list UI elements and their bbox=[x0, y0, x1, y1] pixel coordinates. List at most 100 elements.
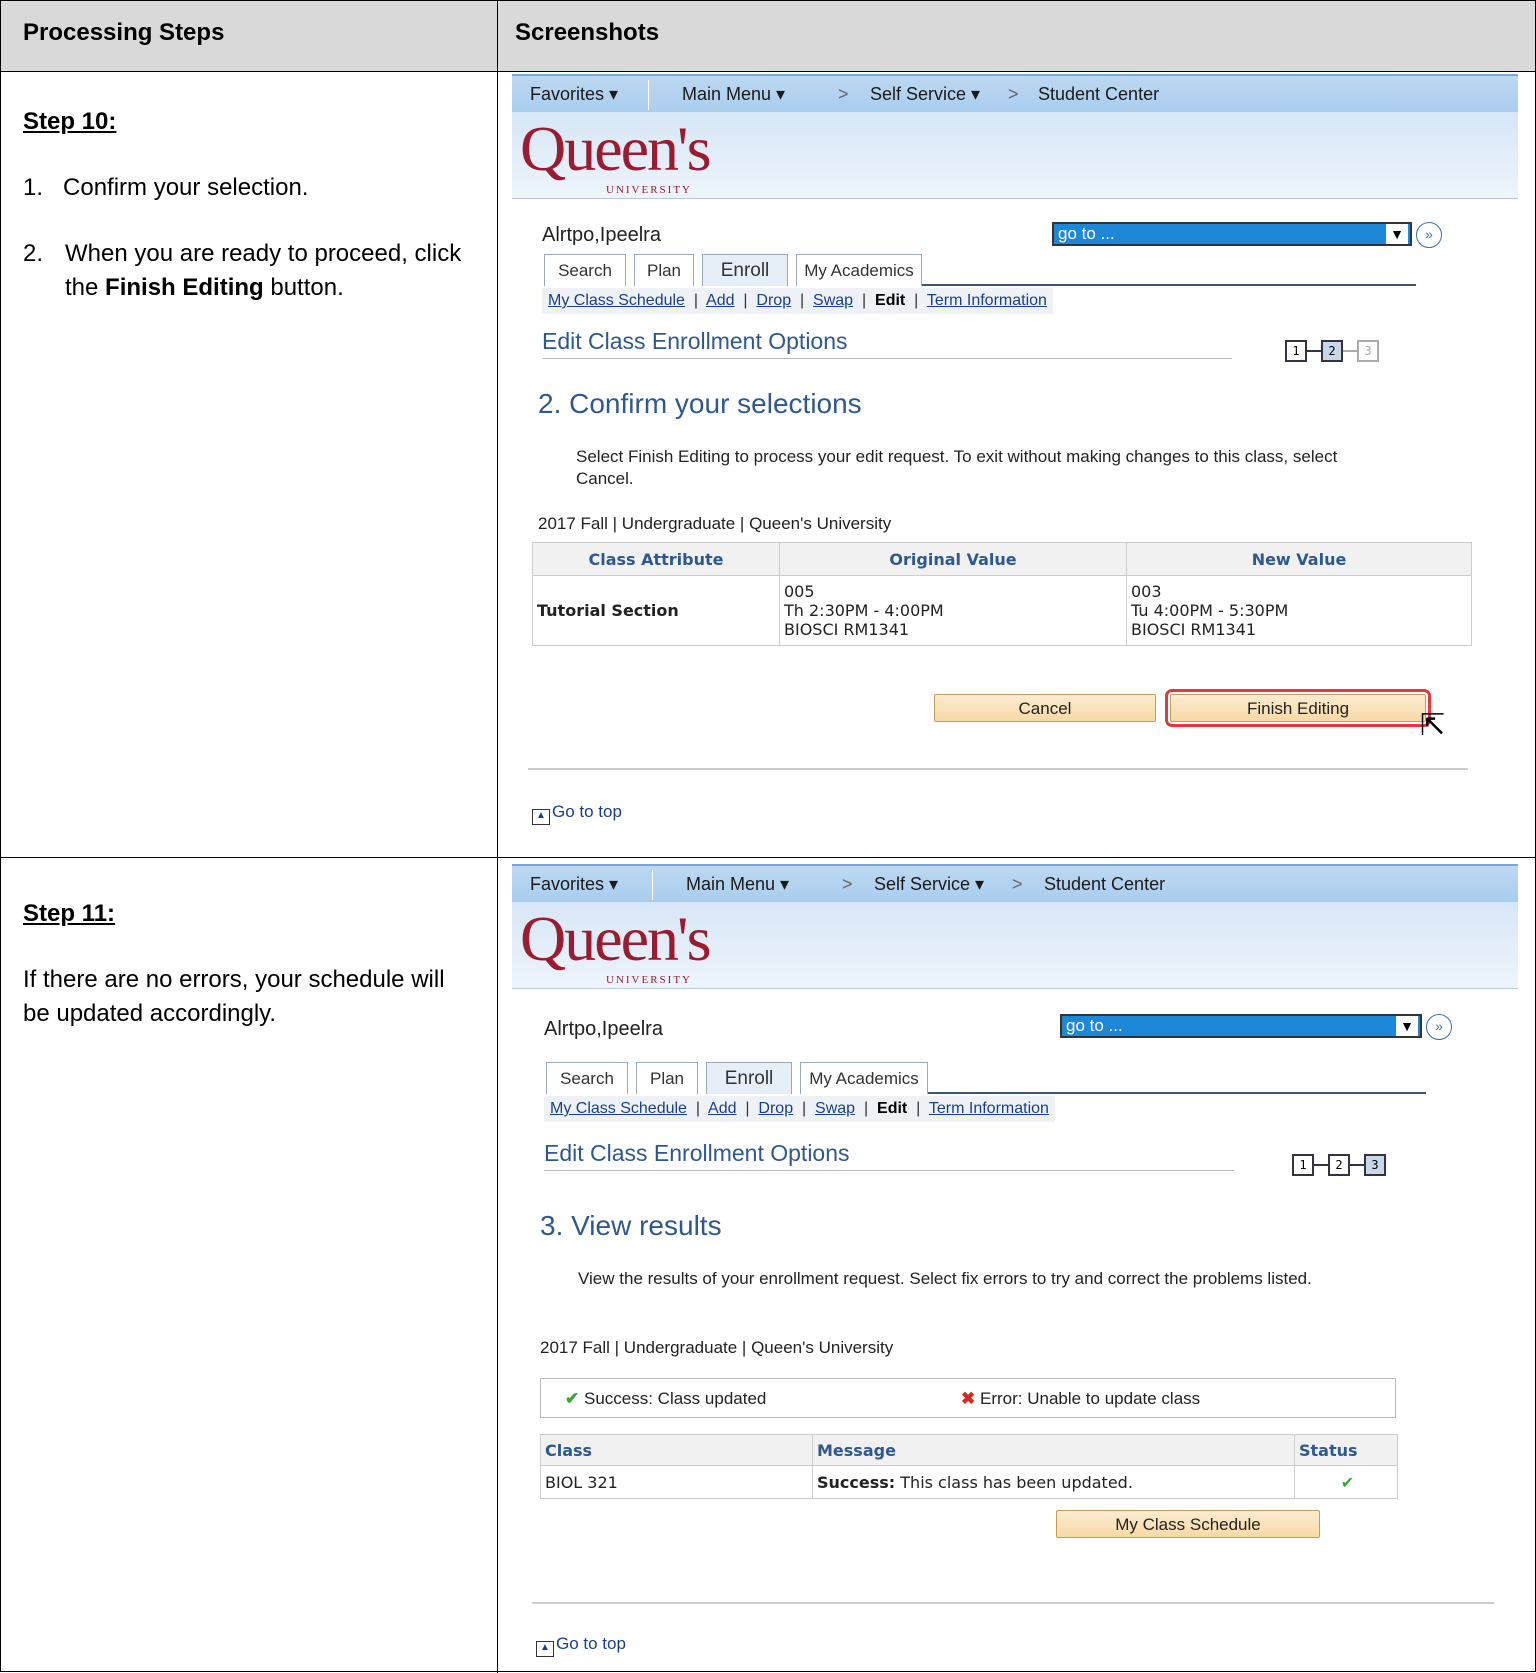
mouse-cursor-icon: ⇱ bbox=[1420, 709, 1446, 742]
breadcrumb-separator: > bbox=[838, 84, 849, 104]
student-center-link[interactable]: Student Center bbox=[1044, 874, 1165, 895]
goto-select[interactable]: go to ... ▼ bbox=[1052, 222, 1412, 246]
section-heading: 3. View results bbox=[540, 1210, 722, 1241]
step-indicator-2: 2 bbox=[1321, 340, 1343, 362]
col-message: Message bbox=[812, 1434, 1295, 1466]
goto-arrow-icon[interactable]: » bbox=[1416, 222, 1442, 248]
cancel-button[interactable]: Cancel bbox=[934, 694, 1156, 722]
new-value-cell: 003 Tu 4:00PM - 5:30PM BIOSCI RM1341 bbox=[1126, 575, 1472, 646]
error-x-icon: ✖ bbox=[961, 1389, 976, 1408]
goto-arrow-icon[interactable]: » bbox=[1426, 1014, 1452, 1040]
university-banner: Queen's UNIVERSITY bbox=[512, 112, 1518, 199]
legend-success: ✔ Success: Class updated bbox=[565, 1389, 767, 1408]
enroll-subnav: My Class Schedule | Add | Drop | Swap | … bbox=[544, 1096, 1055, 1122]
page-heading: Edit Class Enrollment Options bbox=[542, 328, 848, 354]
tab-plan[interactable]: Plan bbox=[636, 1062, 698, 1094]
goto-select[interactable]: go to ... ▼ bbox=[1060, 1014, 1422, 1038]
step11-text: If there are no errors, your schedule wi… bbox=[23, 966, 445, 1027]
subnav-swap[interactable]: Swap bbox=[815, 1100, 855, 1117]
subnav-add[interactable]: Add bbox=[708, 1100, 736, 1117]
self-service-menu[interactable]: Self Service ▾ bbox=[874, 874, 984, 895]
student-name: Alrtpo,Ipeelra bbox=[542, 224, 661, 246]
go-to-top-icon: ▲ bbox=[536, 1641, 554, 1657]
step10-item-1: 1. Confirm your selection. bbox=[23, 174, 309, 201]
col-class: Class bbox=[540, 1434, 813, 1466]
tab-search[interactable]: Search bbox=[546, 1062, 628, 1094]
top-nav-bar: Favorites ▾ Main Menu ▾ > Self Service ▾… bbox=[512, 864, 1518, 904]
page-heading: Edit Class Enrollment Options bbox=[544, 1140, 850, 1166]
term-label: 2017 Fall | Undergraduate | Queen's Univ… bbox=[540, 1338, 894, 1357]
table-row: BIOL 321 Success: This class has been up… bbox=[540, 1465, 1398, 1499]
tab-my-academics[interactable]: My Academics bbox=[796, 254, 922, 286]
header-processing-steps: Processing Steps bbox=[23, 19, 225, 46]
subnav-my-class-schedule[interactable]: My Class Schedule bbox=[548, 292, 685, 309]
chevron-down-icon: ▼ bbox=[1396, 1016, 1418, 1036]
main-menu[interactable]: Main Menu ▾ bbox=[686, 874, 789, 895]
subnav-swap[interactable]: Swap bbox=[813, 292, 853, 309]
queens-logo-subtitle: UNIVERSITY bbox=[606, 184, 692, 196]
column-divider bbox=[497, 1, 498, 1673]
step-indicator-3: 3 bbox=[1364, 1154, 1386, 1176]
legend-error: ✖ Error: Unable to update class bbox=[961, 1389, 1201, 1408]
top-nav-bar: Favorites ▾ Main Menu ▾ > Self Service ▾… bbox=[512, 74, 1518, 114]
tab-enroll[interactable]: Enroll bbox=[702, 254, 788, 286]
results-table: Class Message Status BIOL 321 Success: T… bbox=[540, 1434, 1398, 1499]
status-cell: ✔ bbox=[1294, 1465, 1398, 1499]
tab-plan[interactable]: Plan bbox=[634, 254, 694, 286]
go-to-top-link[interactable]: ▲ Go to top bbox=[532, 802, 622, 825]
go-to-top-link[interactable]: ▲ Go to top bbox=[536, 1634, 626, 1657]
step-indicator-3: 3 bbox=[1357, 340, 1379, 362]
attribute-cell: Tutorial Section bbox=[532, 575, 780, 646]
queens-logo: Queen's bbox=[520, 113, 711, 184]
section-heading: 2. Confirm your selections bbox=[538, 388, 862, 419]
breadcrumb-separator: > bbox=[1008, 84, 1019, 104]
finish-editing-button[interactable]: Finish Editing bbox=[1165, 689, 1431, 727]
breadcrumb-separator: > bbox=[842, 874, 853, 894]
queens-logo-subtitle: UNIVERSITY bbox=[606, 974, 692, 986]
subnav-add[interactable]: Add bbox=[706, 292, 734, 309]
step10-title: Step 10: bbox=[23, 108, 117, 135]
term-label: 2017 Fall | Undergraduate | Queen's Univ… bbox=[538, 514, 892, 533]
subnav-my-class-schedule[interactable]: My Class Schedule bbox=[550, 1100, 687, 1117]
class-cell: BIOL 321 bbox=[540, 1465, 813, 1499]
favorites-menu[interactable]: Favorites ▾ bbox=[530, 874, 618, 895]
instructions-text: View the results of your enrollment requ… bbox=[578, 1269, 1312, 1288]
tab-enroll[interactable]: Enroll bbox=[706, 1062, 792, 1094]
go-to-top-icon: ▲ bbox=[532, 809, 550, 825]
queens-logo: Queen's bbox=[520, 903, 711, 974]
student-name: Alrtpo,Ipeelra bbox=[544, 1018, 663, 1040]
step-indicator-1: 1 bbox=[1285, 340, 1307, 362]
step-indicator-2: 2 bbox=[1328, 1154, 1350, 1176]
col-original-value: Original Value bbox=[779, 542, 1127, 576]
col-class-attribute: Class Attribute bbox=[532, 542, 780, 576]
col-new-value: New Value bbox=[1126, 542, 1472, 576]
subnav-edit: Edit bbox=[877, 1100, 908, 1117]
col-status: Status bbox=[1294, 1434, 1398, 1466]
subnav-term-information[interactable]: Term Information bbox=[927, 292, 1047, 309]
student-center-link[interactable]: Student Center bbox=[1038, 84, 1159, 105]
subnav-drop[interactable]: Drop bbox=[758, 1100, 793, 1117]
row-divider bbox=[1, 857, 1536, 858]
original-value-cell: 005 Th 2:30PM - 4:00PM BIOSCI RM1341 bbox=[779, 575, 1127, 646]
table-header-row: Processing Steps Screenshots bbox=[1, 1, 1535, 72]
favorites-menu[interactable]: Favorites ▾ bbox=[530, 84, 618, 105]
self-service-menu[interactable]: Self Service ▾ bbox=[870, 84, 980, 105]
step11-title: Step 11: bbox=[23, 900, 116, 927]
my-class-schedule-button[interactable]: My Class Schedule bbox=[1056, 1510, 1320, 1538]
check-icon: ✔ bbox=[1340, 1472, 1355, 1492]
subnav-term-information[interactable]: Term Information bbox=[929, 1100, 1049, 1117]
university-banner: Queen's UNIVERSITY bbox=[512, 902, 1518, 989]
main-menu[interactable]: Main Menu ▾ bbox=[682, 84, 785, 105]
breadcrumb-separator: > bbox=[1012, 874, 1023, 894]
instructions-text: Select Finish Editing to process your ed… bbox=[576, 447, 1338, 488]
tab-search[interactable]: Search bbox=[544, 254, 626, 286]
header-screenshots: Screenshots bbox=[515, 19, 660, 46]
chevron-down-icon: ▼ bbox=[1386, 224, 1408, 244]
enroll-subnav: My Class Schedule | Add | Drop | Swap | … bbox=[542, 288, 1053, 314]
screenshot-results: Favorites ▾ Main Menu ▾ > Self Service ▾… bbox=[512, 864, 1518, 1664]
subnav-drop[interactable]: Drop bbox=[756, 292, 791, 309]
message-cell: Success: This class has been updated. bbox=[812, 1465, 1295, 1499]
tab-my-academics[interactable]: My Academics bbox=[800, 1062, 928, 1094]
table-row: Tutorial Section 005 Th 2:30PM - 4:00PM … bbox=[532, 575, 1472, 646]
check-icon: ✔ bbox=[565, 1389, 580, 1408]
